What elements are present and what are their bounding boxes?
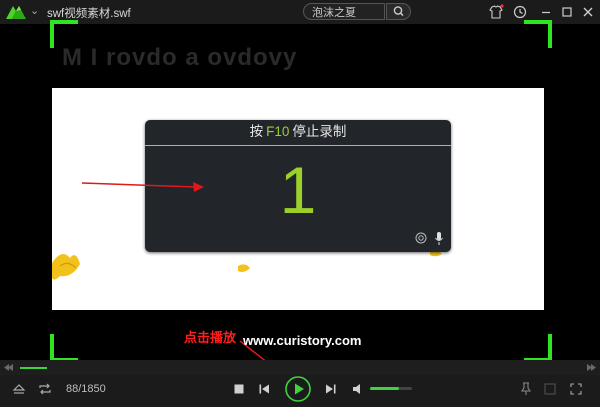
recording-countdown-dialog: 按 F10 停止录制 1 bbox=[145, 120, 451, 252]
stop-icon[interactable] bbox=[233, 383, 245, 395]
annotation-click-play: 点击播放 bbox=[184, 330, 237, 345]
dialog-title: 按 F10 停止录制 bbox=[145, 120, 451, 144]
frame-counter: 88/1850 bbox=[66, 383, 106, 395]
watermark-text: www.curistory.com bbox=[243, 333, 362, 348]
app-logo-icon[interactable] bbox=[6, 4, 26, 20]
pin-icon[interactable] bbox=[520, 382, 532, 396]
camera-icon[interactable] bbox=[415, 232, 427, 244]
volume-slider[interactable] bbox=[370, 387, 412, 390]
capture-corner-bottom-left bbox=[50, 334, 78, 362]
loop-icon[interactable] bbox=[38, 382, 52, 396]
hotkey-label: F10 bbox=[266, 124, 290, 139]
capture-corner-bottom-right bbox=[524, 334, 552, 362]
title-bar: ⌄ swf视频素材.swf bbox=[0, 0, 600, 24]
screenshot-box-icon[interactable] bbox=[544, 383, 556, 395]
search-icon bbox=[393, 6, 404, 17]
search-input[interactable] bbox=[312, 5, 382, 18]
chevron-down-icon[interactable]: ⌄ bbox=[30, 4, 39, 17]
search-button[interactable] bbox=[386, 3, 411, 20]
volume-level bbox=[370, 387, 400, 390]
progress-track[interactable] bbox=[0, 360, 600, 375]
next-icon[interactable] bbox=[325, 383, 337, 395]
previous-icon[interactable] bbox=[258, 383, 270, 395]
stage-background-text: M I rovdo a ovdovy bbox=[62, 44, 298, 71]
history-clock-icon[interactable] bbox=[512, 4, 528, 20]
eject-icon[interactable] bbox=[12, 382, 26, 396]
dialog-title-prefix: 按 bbox=[249, 124, 264, 139]
tshirt-skin-icon[interactable] bbox=[488, 4, 504, 20]
progress-fill bbox=[20, 367, 47, 369]
search-box[interactable] bbox=[303, 3, 385, 20]
microphone-icon[interactable] bbox=[434, 232, 444, 245]
volume-icon[interactable] bbox=[352, 383, 365, 395]
minimize-icon[interactable] bbox=[538, 4, 554, 20]
dialog-title-suffix: 停止录制 bbox=[292, 124, 347, 139]
window-title: swf视频素材.swf bbox=[47, 8, 131, 20]
capture-corner-top-right bbox=[524, 20, 552, 48]
fullscreen-icon[interactable] bbox=[570, 383, 582, 395]
dialog-divider bbox=[145, 145, 451, 146]
close-icon[interactable] bbox=[580, 4, 596, 20]
countdown-number: 1 bbox=[279, 153, 317, 227]
maximize-icon[interactable] bbox=[559, 4, 575, 20]
play-icon[interactable] bbox=[284, 375, 312, 403]
